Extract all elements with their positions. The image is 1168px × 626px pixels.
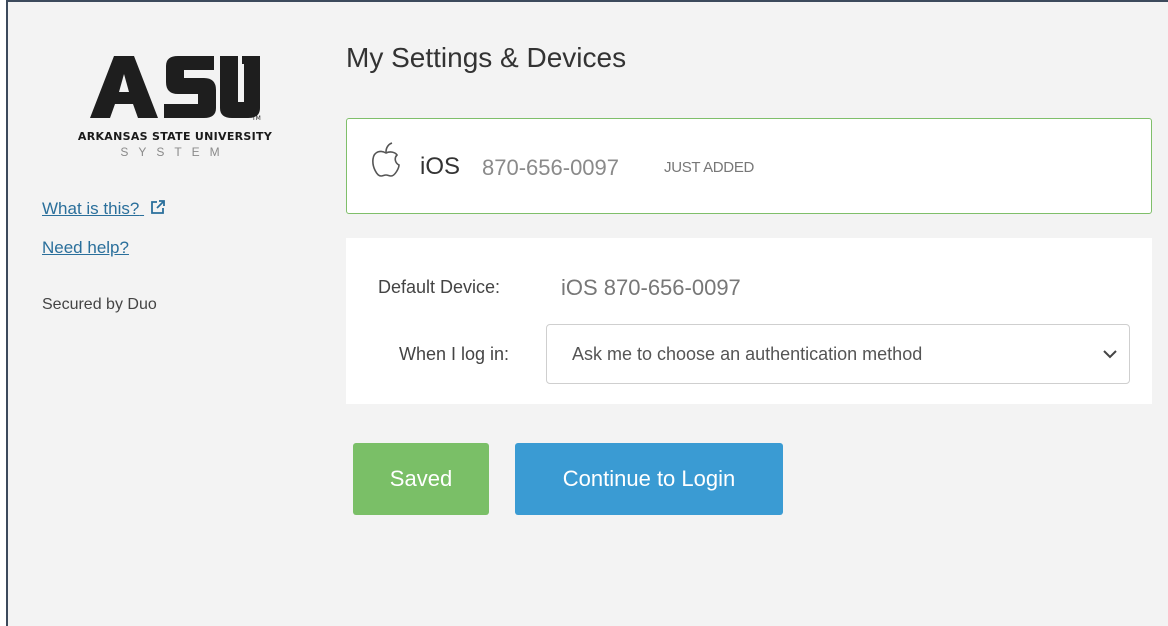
device-number: 870-656-0097 bbox=[482, 155, 620, 180]
what-is-this-label: What is this? bbox=[42, 199, 140, 218]
chevron-down-icon bbox=[1103, 350, 1117, 359]
login-method-selected: Ask me to choose an authentication metho… bbox=[572, 344, 923, 364]
settings-card: Default Device: iOS 870-656-0097 When I … bbox=[346, 238, 1152, 404]
what-is-this-link[interactable]: What is this? bbox=[42, 199, 166, 219]
logo-line2: SYSTEM bbox=[120, 145, 230, 159]
device-card: iOS 870-656-0097 JUST ADDED bbox=[346, 118, 1152, 214]
need-help-link[interactable]: Need help? bbox=[42, 238, 129, 258]
apple-icon bbox=[372, 142, 400, 177]
external-link-icon bbox=[151, 200, 165, 214]
asu-logo-mark: TM bbox=[90, 56, 261, 122]
secured-by-duo: Secured by Duo bbox=[42, 296, 157, 313]
page-title: My Settings & Devices bbox=[346, 42, 627, 73]
svg-text:TM: TM bbox=[251, 115, 261, 122]
login-method-label: When I log in: bbox=[399, 344, 510, 364]
default-device-value: iOS 870-656-0097 bbox=[561, 275, 741, 300]
logo-line1: ARKANSAS STATE UNIVERSITY bbox=[77, 130, 273, 143]
saved-button[interactable]: Saved bbox=[353, 443, 489, 515]
continue-to-login-button[interactable]: Continue to Login bbox=[515, 443, 783, 515]
duo-frame: TM ARKANSAS STATE UNIVERSITY SYSTEM What… bbox=[6, 0, 1168, 626]
just-added-badge: JUST ADDED bbox=[664, 159, 755, 176]
login-method-select[interactable]: Ask me to choose an authentication metho… bbox=[546, 324, 1130, 384]
device-os: iOS bbox=[420, 153, 461, 180]
default-device-label: Default Device: bbox=[378, 277, 501, 297]
asu-system-logo: TM ARKANSAS STATE UNIVERSITY SYSTEM bbox=[60, 52, 290, 172]
